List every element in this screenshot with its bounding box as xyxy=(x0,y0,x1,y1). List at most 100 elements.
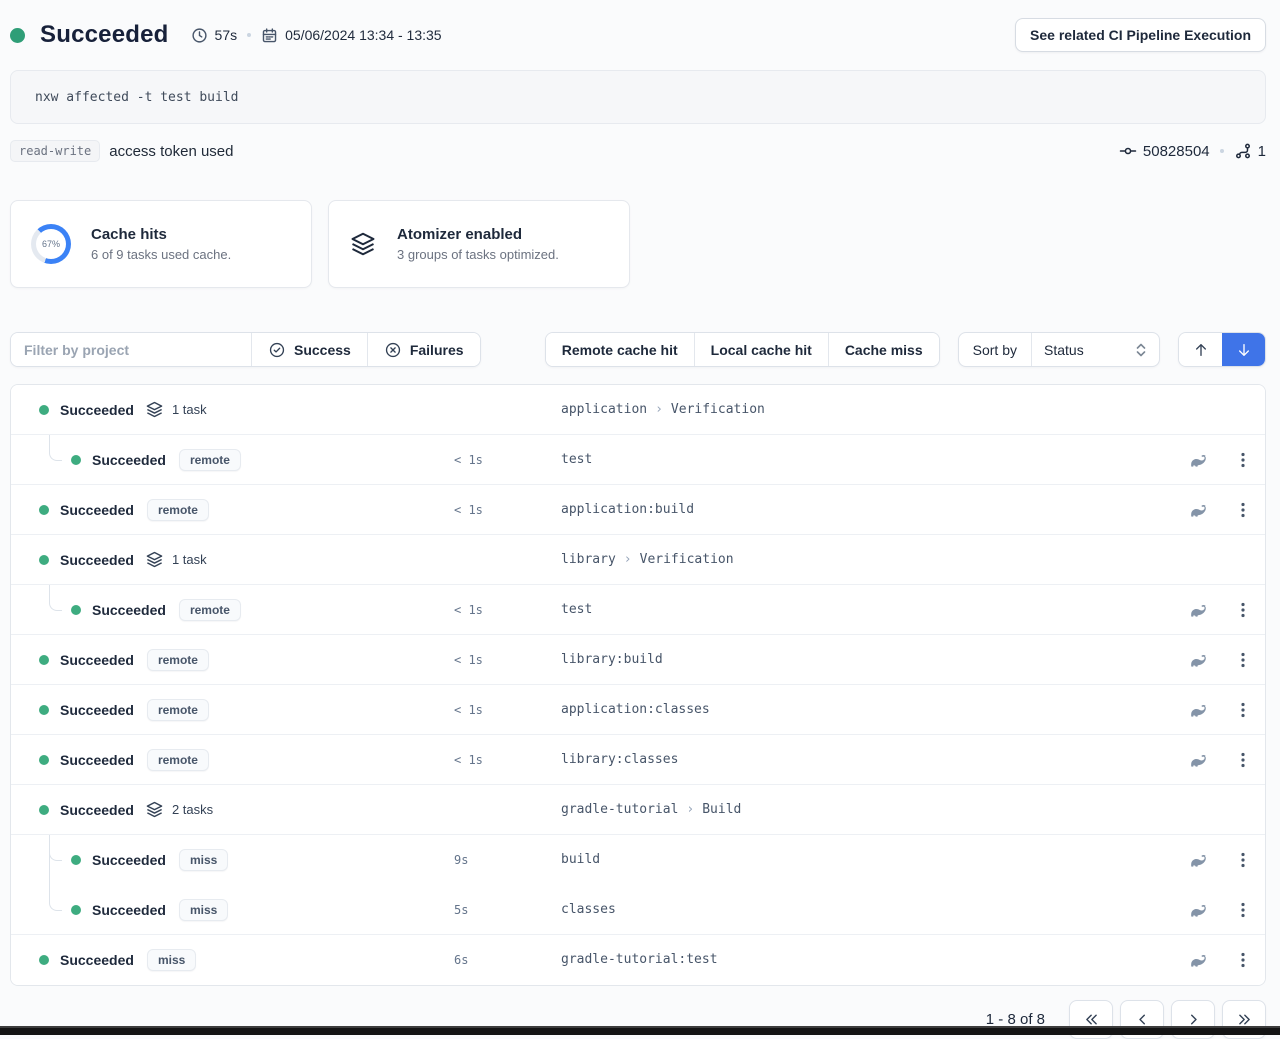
arrow-up-icon xyxy=(1193,342,1209,358)
task-row[interactable]: Succeeded remote < 1s test xyxy=(11,585,1265,635)
branch-count-label: 1 xyxy=(1258,143,1266,160)
row-menu-button[interactable] xyxy=(1221,701,1265,719)
row-status-label: Succeeded xyxy=(60,652,134,668)
status-dot xyxy=(71,905,81,915)
task-row[interactable]: Succeeded miss 5s classes xyxy=(11,885,1265,935)
sort-status-select[interactable]: Status xyxy=(1031,333,1159,366)
row-status-label: Succeeded xyxy=(60,702,134,718)
sort-value: Status xyxy=(1044,342,1084,358)
task-row[interactable]: Succeeded remote < 1s application:build xyxy=(11,485,1265,535)
cache-hits-card[interactable]: 67% Cache hits 6 of 9 tasks used cache. xyxy=(10,200,312,288)
commit-link[interactable]: 50828504 xyxy=(1119,142,1210,160)
cache-hits-percent: 67% xyxy=(31,224,71,264)
status-dot xyxy=(39,655,49,665)
gradle-icon[interactable] xyxy=(1175,600,1221,620)
task-group-row[interactable]: Succeeded 2 tasks gradle-tutorial › Buil… xyxy=(11,785,1265,835)
gradle-icon[interactable] xyxy=(1175,900,1221,920)
commit-icon xyxy=(1119,142,1137,160)
status-dot xyxy=(39,755,49,765)
task-list: Succeeded 1 task application › Verificat… xyxy=(10,384,1266,986)
row-menu-button[interactable] xyxy=(1221,751,1265,769)
remote-cache-hit-button[interactable]: Remote cache hit xyxy=(546,333,694,366)
target-name: test xyxy=(561,452,592,467)
sort-descending-button[interactable] xyxy=(1222,333,1265,366)
row-status-label: Succeeded xyxy=(60,402,134,418)
sort-direction-group xyxy=(1178,332,1266,367)
task-count: 2 tasks xyxy=(172,802,213,817)
token-row: read-write access token used 50828504 1 xyxy=(10,138,1266,164)
row-menu-button[interactable] xyxy=(1221,601,1265,619)
success-filter-button[interactable]: Success xyxy=(251,333,367,366)
task-group-row[interactable]: Succeeded 1 task library › Verification xyxy=(11,535,1265,585)
task-row[interactable]: Succeeded remote < 1s test xyxy=(11,435,1265,485)
failures-filter-label: Failures xyxy=(410,342,464,358)
kebab-icon xyxy=(1235,451,1251,469)
sort-by-label: Sort by xyxy=(959,333,1031,366)
duration: 6s xyxy=(444,953,551,967)
gradle-icon[interactable] xyxy=(1175,500,1221,520)
gradle-icon[interactable] xyxy=(1175,650,1221,670)
cache-hits-subtitle: 6 of 9 tasks used cache. xyxy=(91,247,231,262)
local-cache-hit-button[interactable]: Local cache hit xyxy=(694,333,828,366)
sort-ascending-button[interactable] xyxy=(1179,333,1222,366)
row-menu-button[interactable] xyxy=(1221,951,1265,969)
kebab-icon xyxy=(1235,901,1251,919)
row-menu-button[interactable] xyxy=(1221,851,1265,869)
success-filter-label: Success xyxy=(294,342,351,358)
task-row[interactable]: Succeeded miss 6s gradle-tutorial:test xyxy=(11,935,1265,985)
task-row[interactable]: Succeeded remote < 1s application:classe… xyxy=(11,685,1265,735)
layers-icon xyxy=(145,400,164,419)
gradle-icon[interactable] xyxy=(1175,450,1221,470)
project-filter-group: Success Failures xyxy=(10,332,481,367)
date-meta: 05/06/2024 13:34 - 13:35 xyxy=(261,27,441,44)
target-name: build xyxy=(561,852,600,867)
gradle-icon[interactable] xyxy=(1175,700,1221,720)
failures-filter-button[interactable]: Failures xyxy=(367,333,480,366)
atomizer-card[interactable]: Atomizer enabled 3 groups of tasks optim… xyxy=(328,200,630,288)
access-token-text: access token used xyxy=(109,143,233,160)
task-row[interactable]: Succeeded remote < 1s library:classes xyxy=(11,735,1265,785)
task-group-row[interactable]: Succeeded 1 task application › Verificat… xyxy=(11,385,1265,435)
tree-elbow xyxy=(49,835,62,861)
project-separator: › xyxy=(686,802,694,817)
task-row[interactable]: Succeeded remote < 1s library:build xyxy=(11,635,1265,685)
run-detail-page: Succeeded 57s 05/06/2024 13:34 - 13:35 S… xyxy=(0,0,1280,1039)
project-category: Build xyxy=(702,802,741,817)
kebab-icon xyxy=(1235,851,1251,869)
arrow-down-icon xyxy=(1236,342,1252,358)
cache-badge: miss xyxy=(179,849,228,871)
row-menu-button[interactable] xyxy=(1221,501,1265,519)
duration-meta: 57s xyxy=(191,27,238,44)
row-status-label: Succeeded xyxy=(92,452,166,468)
target-name: test xyxy=(561,602,592,617)
cache-miss-button[interactable]: Cache miss xyxy=(828,333,939,366)
command-box: nxw affected -t test build xyxy=(10,70,1266,124)
see-related-pipeline-button[interactable]: See related CI Pipeline Execution xyxy=(1015,18,1266,52)
layers-icon xyxy=(145,550,164,569)
gradle-icon[interactable] xyxy=(1175,850,1221,870)
duration: < 1s xyxy=(444,503,551,517)
cache-badge: miss xyxy=(179,899,228,921)
target-name: library:build xyxy=(561,652,663,667)
cache-badge: remote xyxy=(179,599,241,621)
status-dot xyxy=(71,855,81,865)
row-menu-button[interactable] xyxy=(1221,451,1265,469)
date-range-label: 05/06/2024 13:34 - 13:35 xyxy=(285,27,441,43)
gradle-icon[interactable] xyxy=(1175,750,1221,770)
filter-by-project-input[interactable] xyxy=(11,333,251,366)
status-dot xyxy=(39,505,49,515)
kebab-icon xyxy=(1235,601,1251,619)
row-menu-button[interactable] xyxy=(1221,901,1265,919)
branch-count[interactable]: 1 xyxy=(1234,142,1266,160)
task-row[interactable]: Succeeded miss 9s build xyxy=(11,835,1265,885)
status-dot xyxy=(39,705,49,715)
summary-cards: 67% Cache hits 6 of 9 tasks used cache. … xyxy=(10,200,1266,288)
atomizer-title: Atomizer enabled xyxy=(397,226,559,243)
tree-elbow xyxy=(49,435,62,461)
gradle-icon[interactable] xyxy=(1175,950,1221,970)
cache-badge: remote xyxy=(147,649,209,671)
row-menu-button[interactable] xyxy=(1221,651,1265,669)
kebab-icon xyxy=(1235,751,1251,769)
select-chevrons-icon xyxy=(1135,342,1147,358)
kebab-icon xyxy=(1235,651,1251,669)
